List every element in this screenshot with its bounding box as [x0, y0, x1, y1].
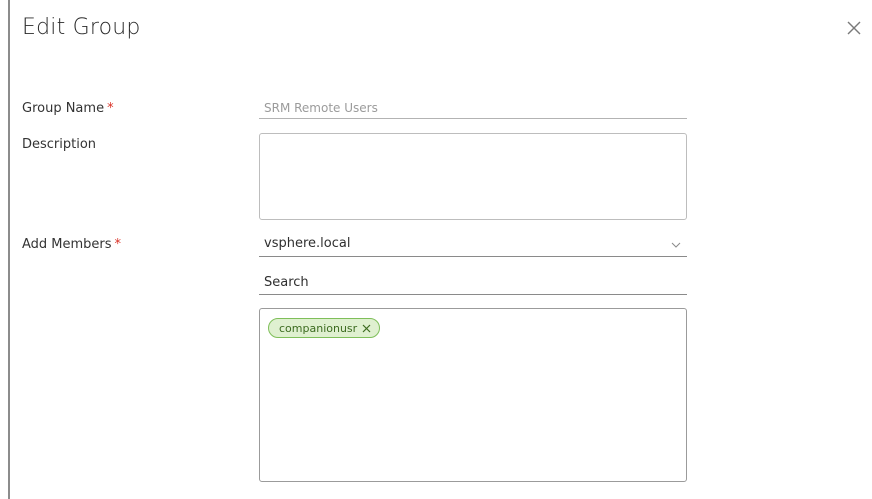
chevron-down-icon	[671, 242, 681, 248]
edit-group-dialog: Edit Group Group Name* Description Add M…	[0, 0, 872, 499]
member-chip: companionusr	[268, 318, 381, 338]
group-name-label-text: Group Name	[22, 101, 105, 116]
member-search-input[interactable]	[259, 271, 687, 295]
required-mark: *	[107, 101, 114, 116]
dialog-left-border	[8, 0, 10, 499]
group-name-input[interactable]	[259, 97, 687, 119]
selected-members-box: companionusr	[259, 308, 687, 482]
dialog-title: Edit Group	[22, 15, 141, 40]
domain-select-value: vsphere.local	[264, 236, 351, 251]
group-name-label: Group Name *	[22, 101, 114, 116]
member-chip-label: companionusr	[279, 321, 358, 335]
required-mark: *	[114, 237, 122, 252]
description-label: Description	[22, 137, 97, 152]
description-textarea[interactable]	[259, 133, 687, 220]
add-members-label-text: Add Members	[22, 237, 112, 252]
domain-select[interactable]: vsphere.local	[259, 233, 687, 257]
add-members-label: Add Members *	[22, 237, 121, 252]
close-icon[interactable]	[844, 18, 864, 38]
close-icon[interactable]	[362, 324, 371, 333]
